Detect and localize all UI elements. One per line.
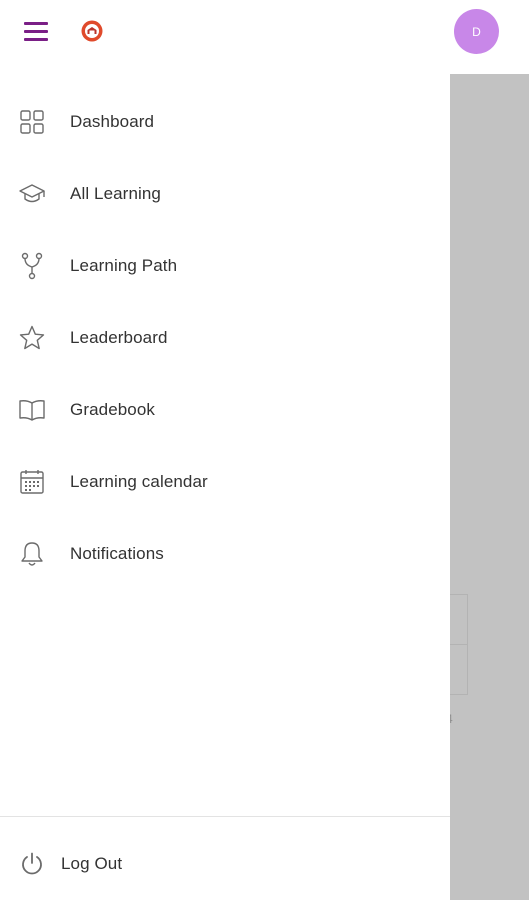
nav-item-label: Leaderboard bbox=[70, 328, 168, 347]
calendar-icon bbox=[18, 468, 46, 496]
nav-item-learning-path[interactable]: Learning Path bbox=[0, 236, 450, 296]
nav-item-label: Learning calendar bbox=[70, 472, 208, 491]
nav-item-all-learning[interactable]: All Learning bbox=[0, 164, 450, 224]
background-card-border bbox=[450, 594, 468, 595]
nav-item-label: All Learning bbox=[70, 184, 161, 203]
branch-icon bbox=[18, 252, 46, 280]
user-avatar[interactable]: D bbox=[454, 9, 499, 54]
org-logo-icon bbox=[80, 19, 104, 43]
app-header: D bbox=[0, 0, 529, 74]
book-icon bbox=[18, 396, 46, 424]
avatar-initial: D bbox=[472, 24, 481, 39]
nav-item-notifications[interactable]: Notifications bbox=[0, 524, 450, 584]
background-overlay[interactable]: 4 bbox=[450, 74, 529, 900]
grid-icon bbox=[18, 108, 46, 136]
background-text: 4 bbox=[450, 712, 453, 726]
hamburger-menu-icon[interactable] bbox=[22, 20, 50, 44]
nav-item-dashboard[interactable]: Dashboard bbox=[0, 92, 450, 152]
background-card-divider bbox=[450, 644, 468, 645]
nav-item-learning-calendar[interactable]: Learning calendar bbox=[0, 452, 450, 512]
power-icon bbox=[18, 850, 46, 878]
nav-item-label: Notifications bbox=[70, 544, 164, 563]
navigation-drawer: Dashboard All Learning Learning Path Lea… bbox=[0, 74, 450, 900]
graduation-cap-icon bbox=[18, 180, 46, 208]
drawer-divider bbox=[0, 816, 450, 817]
logout-button[interactable]: Log Out bbox=[0, 834, 450, 894]
logout-label: Log Out bbox=[61, 854, 123, 873]
nav-item-gradebook[interactable]: Gradebook bbox=[0, 380, 450, 440]
star-icon bbox=[18, 324, 46, 352]
nav-item-label: Gradebook bbox=[70, 400, 156, 419]
nav-item-leaderboard[interactable]: Leaderboard bbox=[0, 308, 450, 368]
bell-icon bbox=[18, 540, 46, 568]
nav-item-label: Dashboard bbox=[70, 112, 155, 131]
background-card-border bbox=[450, 694, 468, 695]
nav-item-label: Learning Path bbox=[70, 256, 178, 275]
